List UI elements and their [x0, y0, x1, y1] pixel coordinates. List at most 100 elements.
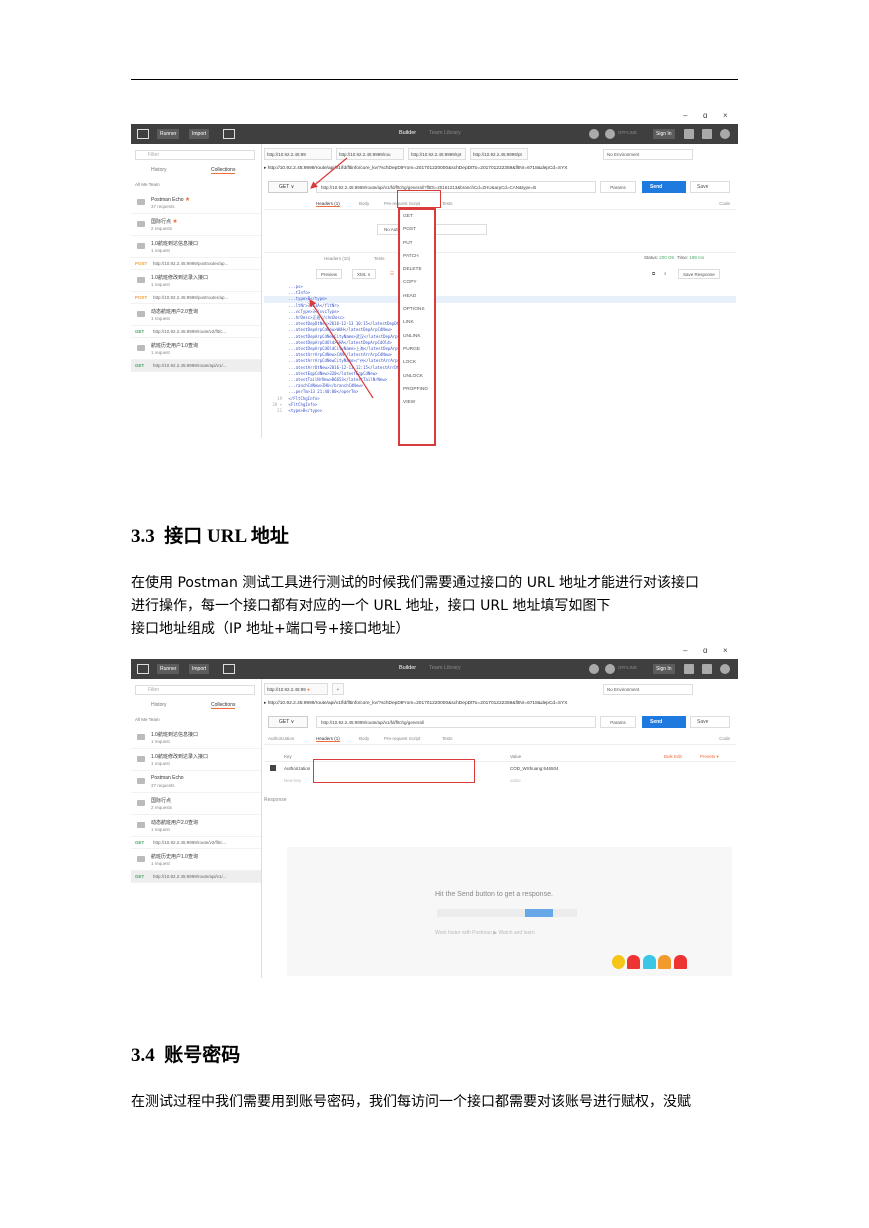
sync-icon[interactable]	[589, 129, 599, 139]
tab-history[interactable]: History	[151, 702, 167, 708]
collection-item[interactable]: 1.0航班修改到达录入接口 1 request	[131, 270, 261, 292]
watch-learn-link[interactable]: Work faster with Postman ▶ Watch and lea…	[435, 930, 535, 936]
filter-input[interactable]: Filter	[135, 685, 255, 695]
header-checkbox[interactable]	[270, 765, 276, 771]
send-button[interactable]: Send	[642, 181, 686, 193]
environment-select[interactable]: No Environment	[603, 684, 693, 695]
heart-icon[interactable]	[720, 129, 730, 139]
import-button[interactable]: Import	[189, 664, 210, 674]
sign-in-button[interactable]: Sign In	[653, 664, 675, 674]
method-option[interactable]: LOCK	[400, 356, 434, 369]
close-icon[interactable]: ×	[723, 646, 728, 655]
tab-tests[interactable]: Tests	[442, 736, 453, 741]
team-library-tab[interactable]: Team Library	[429, 665, 461, 671]
history-request-item[interactable]: GET http://10.92.2.45:9999/route/api/v1/.…	[131, 360, 261, 372]
history-request-item[interactable]: GET http://10.92.2.45:9999/route/v2/flt/c…	[131, 837, 261, 849]
sidebar-toggle-icon[interactable]	[137, 129, 149, 139]
request-tab[interactable]: http://10.92.2.45:99 ●	[264, 683, 328, 695]
code-link[interactable]: Code	[719, 201, 730, 206]
collection-item[interactable]: 动态航班用户2.0查询 1 request	[131, 815, 261, 837]
format-select[interactable]: XML ∨	[352, 269, 376, 279]
runner-button[interactable]: Runner	[157, 664, 180, 674]
tab-headers[interactable]: Headers (1)	[316, 736, 340, 742]
settings-icon[interactable]	[702, 129, 712, 139]
sidebar-toggle-icon[interactable]	[137, 664, 149, 674]
environment-select[interactable]: No Environment	[603, 149, 693, 160]
new-key-input[interactable]: New key	[284, 778, 301, 783]
builder-tab[interactable]: Builder	[399, 130, 416, 136]
star-icon[interactable]: ★	[172, 219, 177, 225]
collection-item[interactable]: 国际行点 ★ 2 requests	[131, 214, 261, 236]
history-request-item[interactable]: GET http://10.92.2.45:9999/route/api/v1/.…	[131, 871, 261, 883]
notification-icon[interactable]	[684, 664, 694, 674]
builder-tab[interactable]: Builder	[399, 665, 416, 671]
search-icon[interactable]: ⌕	[660, 269, 671, 279]
tab-authorization[interactable]: Authorization	[268, 736, 294, 741]
params-button[interactable]: Params	[600, 181, 636, 193]
method-option[interactable]: LINK	[400, 316, 434, 329]
tab-history[interactable]: History	[151, 167, 167, 173]
method-option[interactable]: VIEW	[400, 396, 434, 409]
collection-item[interactable]: Postman Echo ★ 37 requests	[131, 192, 261, 214]
method-option[interactable]: PATCH	[400, 250, 434, 263]
method-option[interactable]: UNLINK	[400, 330, 434, 343]
sort-row[interactable]: All Me Team	[135, 717, 160, 722]
method-option[interactable]: GET	[400, 210, 434, 223]
history-request-item[interactable]: POST http://10.92.2.45:9999/postrouter/ap…	[131, 292, 261, 304]
tab-body[interactable]: Body	[359, 201, 369, 206]
history-request-item[interactable]: POST http://10.92.2.45:9999/postrouter/ap…	[131, 258, 261, 270]
restore-icon[interactable]: ɑ	[703, 646, 707, 655]
import-button[interactable]: Import	[189, 129, 210, 139]
request-tab[interactable]: http://10.92.2.45:9999/rou	[336, 148, 404, 160]
close-icon[interactable]: ×	[723, 111, 728, 120]
url-input[interactable]: http://10.92.2.45:9999/route/api/v1/fd/f…	[316, 716, 596, 728]
history-request-item[interactable]: GET http://10.92.2.45:9999/route/v2/flt/c…	[131, 326, 261, 338]
request-tab[interactable]: http://10.92.2.45:99	[264, 148, 332, 160]
add-tab-button[interactable]: +	[332, 683, 344, 695]
save-response-button[interactable]: Save Response	[678, 269, 720, 279]
presets-link[interactable]: Presets ▾	[700, 754, 719, 760]
method-option[interactable]: OPTIONS	[400, 303, 434, 316]
params-button[interactable]: Params	[600, 716, 636, 728]
method-option[interactable]: HEAD	[400, 290, 434, 303]
wrap-icon[interactable]: ☰	[386, 269, 398, 279]
collection-item[interactable]: 1.0航班修改到达录入接口 1 request	[131, 749, 261, 771]
runner-button[interactable]: Runner	[157, 129, 180, 139]
new-value-input[interactable]: value	[510, 778, 521, 783]
minimize-icon[interactable]: –	[683, 111, 687, 120]
new-window-icon[interactable]	[223, 129, 235, 139]
save-button[interactable]: Save	[690, 181, 730, 193]
team-library-tab[interactable]: Team Library	[429, 130, 461, 136]
minimize-icon[interactable]: –	[683, 646, 687, 655]
preview-button[interactable]: Preview	[316, 269, 343, 279]
method-option[interactable]: UNLOCK	[400, 370, 434, 383]
sort-row[interactable]: All Me Team	[135, 182, 160, 187]
collection-item[interactable]: 国际行点 2 requests	[131, 793, 261, 815]
request-tab[interactable]: http://10.92.2.45:9999/rpt	[408, 148, 466, 160]
tab-collections[interactable]: Collections	[211, 167, 236, 174]
url-input[interactable]: http://10.92.2.45:9999/route/api/v1/fd/f…	[316, 181, 596, 193]
code-link[interactable]: Code	[719, 736, 730, 741]
method-select[interactable]: GET ∨	[268, 716, 308, 728]
tab-collections[interactable]: Collections	[211, 702, 236, 709]
save-button[interactable]: Save	[690, 716, 730, 728]
tab-body[interactable]: Body	[359, 736, 369, 741]
collection-item[interactable]: 1.0航班到达信息接口 1 request	[131, 236, 261, 258]
notification-icon[interactable]	[684, 129, 694, 139]
method-option[interactable]: COPY	[400, 276, 434, 289]
collection-item[interactable]: 航班历史用户1.0查询 1 request	[131, 338, 261, 360]
collection-item[interactable]: 动态航班用户2.0查询 1 request	[131, 304, 261, 326]
collection-item[interactable]: Postman Echo 37 requests	[131, 771, 261, 793]
method-option[interactable]: POST	[400, 223, 434, 236]
sign-in-button[interactable]: Sign In	[653, 129, 675, 139]
method-option[interactable]: PROPFIND	[400, 383, 434, 396]
filter-input[interactable]: Filter	[135, 150, 255, 160]
bulk-edit-link[interactable]: Bulk Edit	[664, 754, 682, 759]
collection-item[interactable]: 1.0航班到达信息接口 1 request	[131, 727, 261, 749]
method-option[interactable]: DELETE	[400, 263, 434, 276]
collection-item[interactable]: 航班历史用户1.0查询 1 request	[131, 849, 261, 871]
tab-headers[interactable]: Headers (1)	[316, 201, 340, 207]
request-tab[interactable]: http://10.92.2.45:9999/pt	[470, 148, 528, 160]
star-icon[interactable]: ★	[185, 197, 190, 203]
tab-response-headers[interactable]: Headers (10)	[324, 256, 350, 261]
